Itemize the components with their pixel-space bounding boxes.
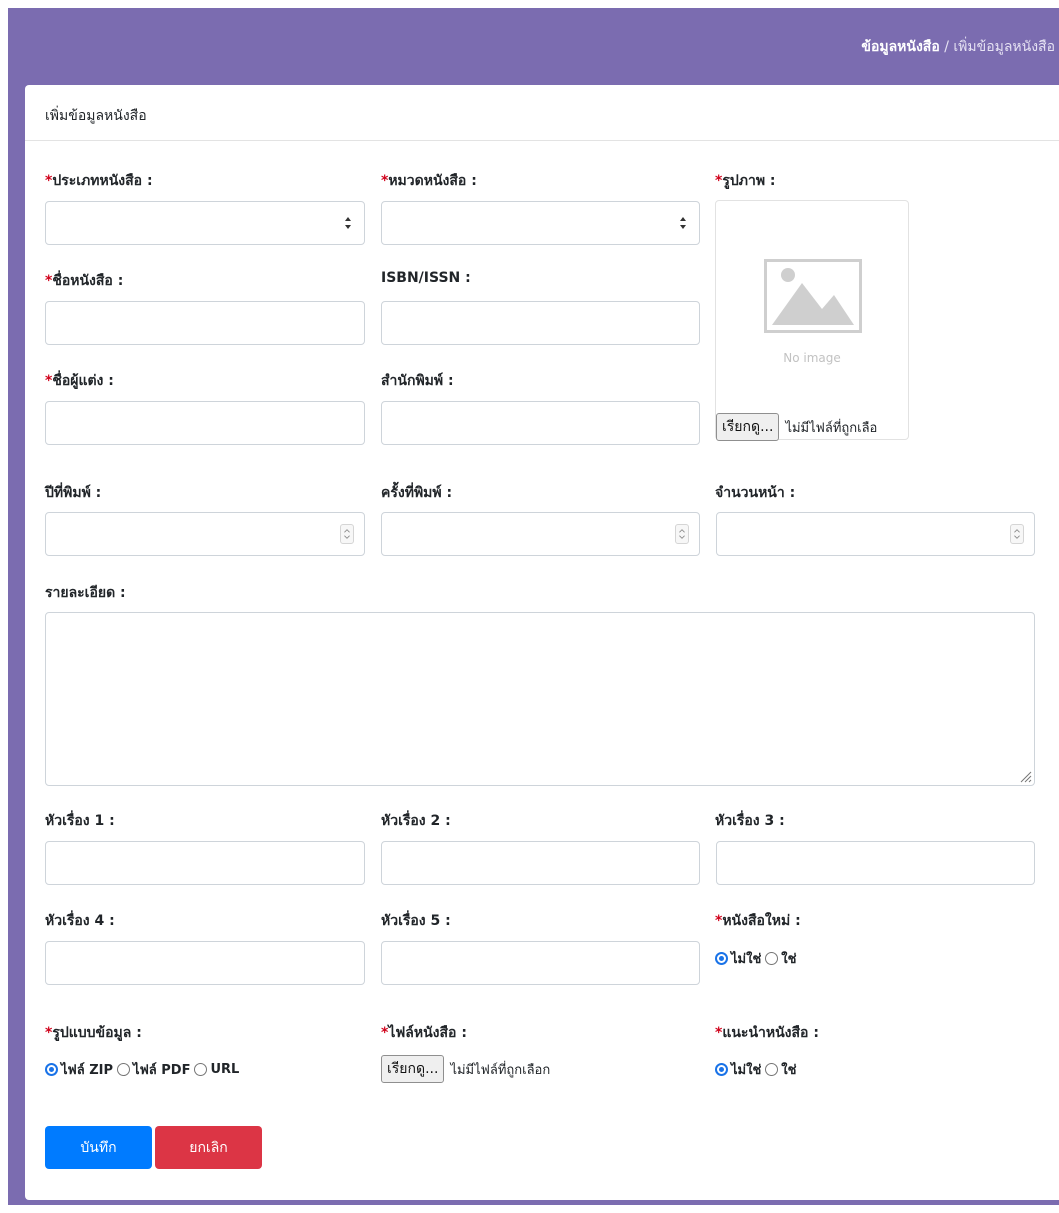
subject3-label: หัวเรื่อง 3 : <box>715 813 785 829</box>
save-button[interactable]: บันทึก <box>45 1126 152 1169</box>
subject5-input[interactable] <box>381 941 700 985</box>
cancel-button[interactable]: ยกเลิก <box>155 1126 262 1169</box>
format-radio-zip[interactable] <box>45 1063 58 1076</box>
details-textarea[interactable] <box>45 612 1035 786</box>
year-input[interactable] <box>45 512 365 556</box>
image-preview: No image เรียกดู... ไม่มีไฟล์ที่ถูกเลือ <box>715 200 909 441</box>
pages-input[interactable] <box>716 512 1035 556</box>
subject1-input[interactable] <box>45 841 365 885</box>
card-title: เพิ่มข้อมูลหนังสือ <box>25 85 1059 141</box>
recommend-radio-group: ไม่ใช่ ใช่ <box>715 1059 800 1080</box>
format-radio-url[interactable] <box>194 1063 208 1076</box>
book-name-field[interactable] <box>46 302 364 344</box>
isbn-field[interactable] <box>382 302 699 344</box>
breadcrumb-separator: / <box>939 39 954 55</box>
image-placeholder-icon <box>764 259 862 333</box>
new-book-option-yes[interactable]: ใช่ <box>781 948 796 969</box>
image-label: *รูปภาพ : <box>715 173 776 189</box>
breadcrumb: ข้อมูลหนังสือ / เพิ่มข้อมูลหนังสือ <box>861 36 1055 58</box>
book-file-input[interactable]: เรียกดู... ไม่มีไฟล์ที่ถูกเลือก <box>381 1055 550 1083</box>
subject3-input[interactable] <box>716 841 1035 885</box>
book-file-label: *ไฟล์หนังสือ : <box>381 1025 467 1041</box>
publisher-label: สำนักพิมพ์ : <box>381 373 454 389</box>
book-type-select[interactable] <box>45 201 365 245</box>
breadcrumb-link-book-data[interactable]: ข้อมูลหนังสือ <box>861 39 939 55</box>
breadcrumb-current: เพิ่มข้อมูลหนังสือ <box>953 39 1055 55</box>
author-input[interactable] <box>45 401 365 445</box>
number-spinner-icon[interactable] <box>340 524 354 544</box>
new-book-radio-no[interactable] <box>715 952 728 965</box>
data-format-radio-group: ไฟล์ ZIP ไฟล์ PDF URL <box>45 1059 243 1080</box>
new-book-label: *หนังสือใหม่ : <box>715 913 801 929</box>
format-option-url[interactable]: URL <box>210 1062 239 1077</box>
subject5-label: หัวเรื่อง 5 : <box>381 913 451 929</box>
format-radio-pdf[interactable] <box>117 1063 131 1076</box>
image-file-input[interactable]: เรียกดู... ไม่มีไฟล์ที่ถูกเลือ <box>716 413 877 441</box>
recommend-radio-yes[interactable] <box>765 1063 779 1076</box>
category-select[interactable] <box>381 201 700 245</box>
author-field[interactable] <box>46 402 364 444</box>
recommend-radio-no[interactable] <box>715 1063 728 1076</box>
subject3-field[interactable] <box>717 842 1034 884</box>
details-label: รายละเอียด : <box>45 585 126 601</box>
image-browse-button[interactable]: เรียกดู... <box>716 413 780 441</box>
recommend-option-no[interactable]: ไม่ใช่ <box>731 1059 761 1080</box>
pages-label: จำนวนหน้า : <box>715 485 796 501</box>
select-arrows-icon <box>680 217 686 229</box>
isbn-input[interactable] <box>381 301 700 345</box>
recommend-option-yes[interactable]: ใช่ <box>781 1059 796 1080</box>
subject1-field[interactable] <box>46 842 364 884</box>
subject5-field[interactable] <box>382 942 699 984</box>
publisher-field[interactable] <box>382 402 699 444</box>
image-file-status: ไม่มีไฟล์ที่ถูกเลือ <box>785 420 878 436</box>
no-image-text: No image <box>783 351 841 365</box>
number-spinner-icon[interactable] <box>675 524 689 544</box>
isbn-label: ISBN/ISSN : <box>381 270 471 286</box>
new-book-radio-yes[interactable] <box>765 952 779 965</box>
number-spinner-icon[interactable] <box>1010 524 1024 544</box>
book-file-status: ไม่มีไฟล์ที่ถูกเลือก <box>450 1062 551 1078</box>
format-option-zip[interactable]: ไฟล์ ZIP <box>61 1059 113 1080</box>
category-label: *หมวดหนังสือ : <box>381 173 477 189</box>
new-book-option-no[interactable]: ไม่ใช่ <box>731 948 761 969</box>
year-label: ปีที่พิมพ์ : <box>45 485 102 501</box>
subject2-label: หัวเรื่อง 2 : <box>381 813 451 829</box>
subject4-label: หัวเรื่อง 4 : <box>45 913 115 929</box>
subject4-field[interactable] <box>46 942 364 984</box>
book-name-label: *ชื่อหนังสือ : <box>45 273 124 289</box>
book-file-browse-button[interactable]: เรียกดู... <box>381 1055 445 1083</box>
subject1-label: หัวเรื่อง 1 : <box>45 813 115 829</box>
edition-input[interactable] <box>381 512 700 556</box>
recommend-label: *แนะนำหนังสือ : <box>715 1025 819 1041</box>
new-book-radio-group: ไม่ใช่ ใช่ <box>715 948 800 969</box>
add-book-card: เพิ่มข้อมูลหนังสือ *ประเภทหนังสือ : *หมว… <box>25 85 1059 1200</box>
book-type-label: *ประเภทหนังสือ : <box>45 173 153 189</box>
select-arrows-icon <box>345 217 351 229</box>
subject2-field[interactable] <box>382 842 699 884</box>
book-name-input[interactable] <box>45 301 365 345</box>
publisher-input[interactable] <box>381 401 700 445</box>
data-format-label: *รูปแบบข้อมูล : <box>45 1025 142 1041</box>
author-label: *ชื่อผู้แต่ง : <box>45 373 114 389</box>
resize-handle-icon[interactable] <box>1018 769 1032 783</box>
subject4-input[interactable] <box>45 941 365 985</box>
edition-label: ครั้งที่พิมพ์ : <box>381 485 453 501</box>
format-option-pdf[interactable]: ไฟล์ PDF <box>133 1059 190 1080</box>
subject2-input[interactable] <box>381 841 700 885</box>
